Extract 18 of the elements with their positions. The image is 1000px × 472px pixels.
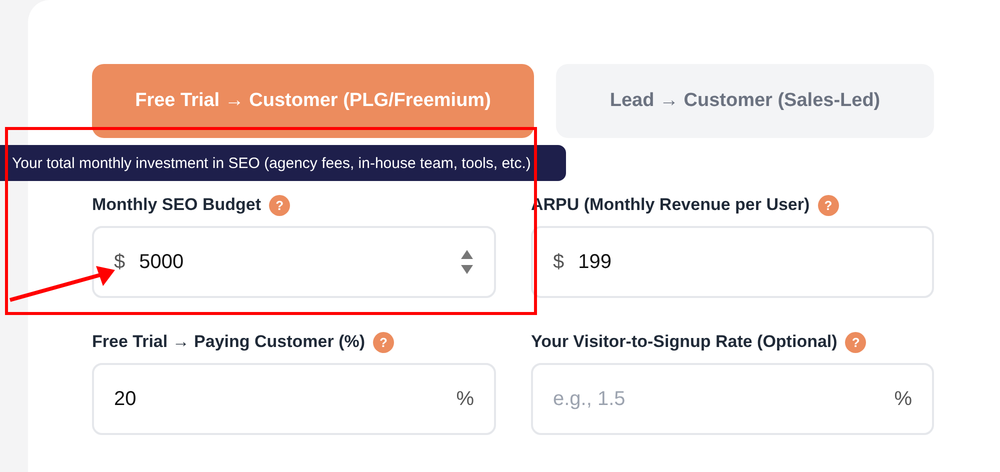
currency-prefix: $ <box>114 250 126 274</box>
tooltip: Your total monthly investment in SEO (agency fees, in-house team, tools, etc.) <box>0 145 566 181</box>
input-field[interactable]: $ 199 <box>531 226 934 298</box>
percent-suffix: % <box>894 388 912 410</box>
input-field[interactable]: $ 5000 <box>92 226 496 298</box>
spinner-icon[interactable] <box>460 249 474 275</box>
input-field[interactable]: e.g., 1.5 % <box>531 363 934 435</box>
value-input[interactable]: e.g., 1.5 <box>553 388 894 410</box>
field-label: Your Visitor-to-Signup Rate (Optional) <box>531 332 838 352</box>
input-field[interactable]: 20 % <box>92 363 496 435</box>
field-label: Monthly SEO Budget <box>92 195 262 215</box>
mode-tab[interactable]: Lead → Customer (Sales-Led) <box>556 64 934 138</box>
currency-prefix: $ <box>553 250 564 274</box>
value-input[interactable]: 199 <box>578 250 912 274</box>
field-label: Free Trial → Paying Customer (%) <box>92 332 366 352</box>
value-input[interactable]: 5000 <box>139 250 460 274</box>
percent-suffix: % <box>456 388 474 410</box>
value-input[interactable]: 20 <box>114 388 456 410</box>
